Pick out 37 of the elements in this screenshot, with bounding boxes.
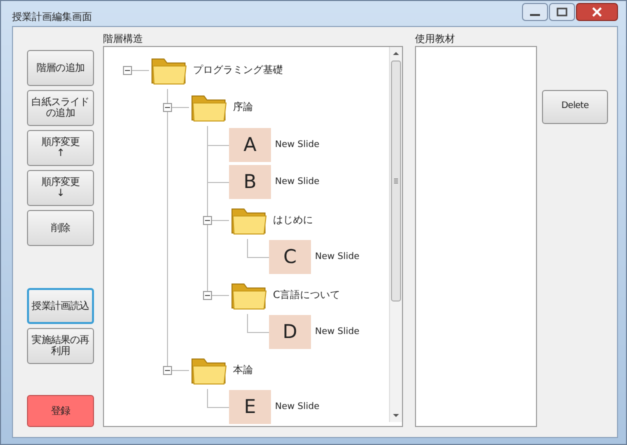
action-button[interactable]: 階層の追加 — [27, 50, 94, 86]
action-button[interactable]: 実施結果の再利用 — [27, 328, 94, 364]
slide-thumbnail[interactable]: C — [269, 240, 311, 274]
slide-thumbnail[interactable]: A — [229, 128, 271, 162]
tree-item-label[interactable]: New Slide — [315, 327, 360, 338]
action-button[interactable]: 削除 — [27, 210, 94, 246]
collapse-icon[interactable] — [163, 103, 172, 112]
tree-item-label[interactable]: 本論 — [233, 362, 253, 377]
materials-list[interactable] — [415, 46, 537, 427]
action-button[interactable]: 授業計画読込 — [27, 288, 94, 324]
collapse-icon[interactable] — [203, 290, 212, 300]
collapse-icon[interactable] — [203, 216, 212, 225]
maximize-icon[interactable] — [549, 3, 575, 21]
section-label: 使用教材 — [415, 33, 456, 46]
tree-item-label[interactable]: C言語について — [273, 288, 340, 302]
action-button[interactable]: 順序変更 ↑ — [27, 130, 94, 166]
section-label: 階層構造 — [103, 33, 144, 46]
tree-item-label[interactable]: New Slide — [315, 252, 360, 262]
action-button[interactable]: 順序変更 ↓ — [27, 170, 94, 206]
tree-item-label[interactable]: New Slide — [275, 140, 320, 150]
minimize-icon[interactable] — [522, 3, 548, 21]
tree-item-label[interactable]: New Slide — [275, 402, 320, 412]
scrollbar-drawing[interactable] — [389, 47, 402, 422]
collapse-icon[interactable] — [123, 66, 132, 75]
collapse-icon[interactable] — [163, 366, 172, 375]
tree-item-label[interactable]: 序論 — [233, 100, 253, 114]
slide-thumbnail[interactable]: D — [269, 315, 311, 350]
action-button[interactable]: 登録 — [27, 395, 94, 427]
action-button[interactable]: 白紙スライドの追加 — [27, 90, 94, 126]
close-icon[interactable] — [576, 3, 618, 21]
slide-thumbnail[interactable]: B — [229, 165, 271, 200]
tree-item-label[interactable]: New Slide — [275, 177, 320, 188]
window-title: 授業計画編集画面 — [12, 10, 92, 24]
tree-item-label[interactable]: プログラミング基礎 — [193, 62, 283, 77]
tree-item-label[interactable]: はじめに — [273, 212, 313, 227]
delete-button[interactable]: Delete — [542, 90, 608, 124]
slide-thumbnail[interactable]: E — [229, 390, 271, 424]
